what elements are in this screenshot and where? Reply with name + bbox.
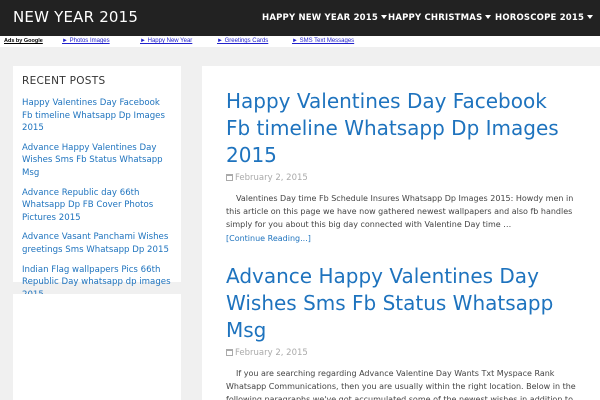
chevron-down-icon [381, 15, 388, 19]
recent-posts-widget: RECENT POSTS Happy Valentines Day Facebo… [13, 66, 181, 300]
post-date: February 2, 2015 [226, 173, 566, 183]
nav-item-horoscope[interactable]: HOROSCOPE 2015 [495, 13, 594, 23]
recent-post-link[interactable]: Happy Valentines Day Facebook Fb timelin… [22, 97, 172, 135]
calendar-icon [226, 174, 233, 181]
ad-link-happy-new-year[interactable]: ► Happy New Year [140, 38, 192, 44]
calendar-icon [226, 349, 233, 356]
chevron-down-icon [485, 15, 492, 19]
post-date-text: February 2, 2015 [235, 348, 308, 358]
recent-post-link[interactable]: Advance Vasant Panchami Wishes greetings… [22, 231, 172, 256]
recent-posts-heading: RECENT POSTS [22, 75, 106, 87]
nav-label: HAPPY CHRISTMAS [388, 13, 483, 23]
post-entry: Happy Valentines Day Facebook Fb timelin… [226, 88, 573, 243]
post-entry: Advance Happy Valentines Day Wishes Sms … [226, 263, 576, 400]
sidebar-widget-empty [13, 294, 181, 400]
post-excerpt: Valentines Day time Fb Schedule Insures … [226, 194, 574, 229]
recent-posts-list: Happy Valentines Day Facebook Fb timelin… [22, 97, 172, 308]
continue-reading-link[interactable]: [Continue Reading...] [226, 234, 566, 243]
ads-by-google-label[interactable]: Ads by Google [4, 38, 43, 44]
ad-link-sms-text-messages[interactable]: ► SMS Text Messages [292, 38, 354, 44]
nav-label: HOROSCOPE 2015 [495, 13, 585, 23]
top-navbar: NEW YEAR 2015 HAPPY NEW YEAR 2015 HAPPY … [0, 0, 600, 36]
post-title-link[interactable]: Happy Valentines Day Facebook Fb timelin… [226, 88, 566, 169]
nav-item-happy-christmas[interactable]: HAPPY CHRISTMAS [388, 13, 492, 23]
ad-link-greetings-cards[interactable]: ► Greetings Cards [217, 38, 268, 44]
site-title[interactable]: NEW YEAR 2015 [13, 8, 138, 26]
recent-post-link[interactable]: Advance Happy Valentines Day Wishes Sms … [22, 142, 172, 180]
chevron-down-icon [587, 15, 594, 19]
post-date-text: February 2, 2015 [235, 173, 308, 183]
nav-label: HAPPY NEW YEAR 2015 [262, 13, 379, 23]
main-content: Happy Valentines Day Facebook Fb timelin… [202, 66, 600, 400]
ad-links-bar: Ads by Google ► Photos Images ► Happy Ne… [0, 36, 600, 47]
post-excerpt: If you are searching regarding Advance V… [226, 369, 576, 400]
nav-item-happy-new-year[interactable]: HAPPY NEW YEAR 2015 [262, 13, 388, 23]
post-title-link[interactable]: Advance Happy Valentines Day Wishes Sms … [226, 263, 566, 344]
ad-link-photos-images[interactable]: ► Photos Images [62, 38, 110, 44]
recent-post-link[interactable]: Advance Republic day 66th Whatsapp Dp FB… [22, 187, 172, 225]
post-date: February 2, 2015 [226, 348, 566, 358]
